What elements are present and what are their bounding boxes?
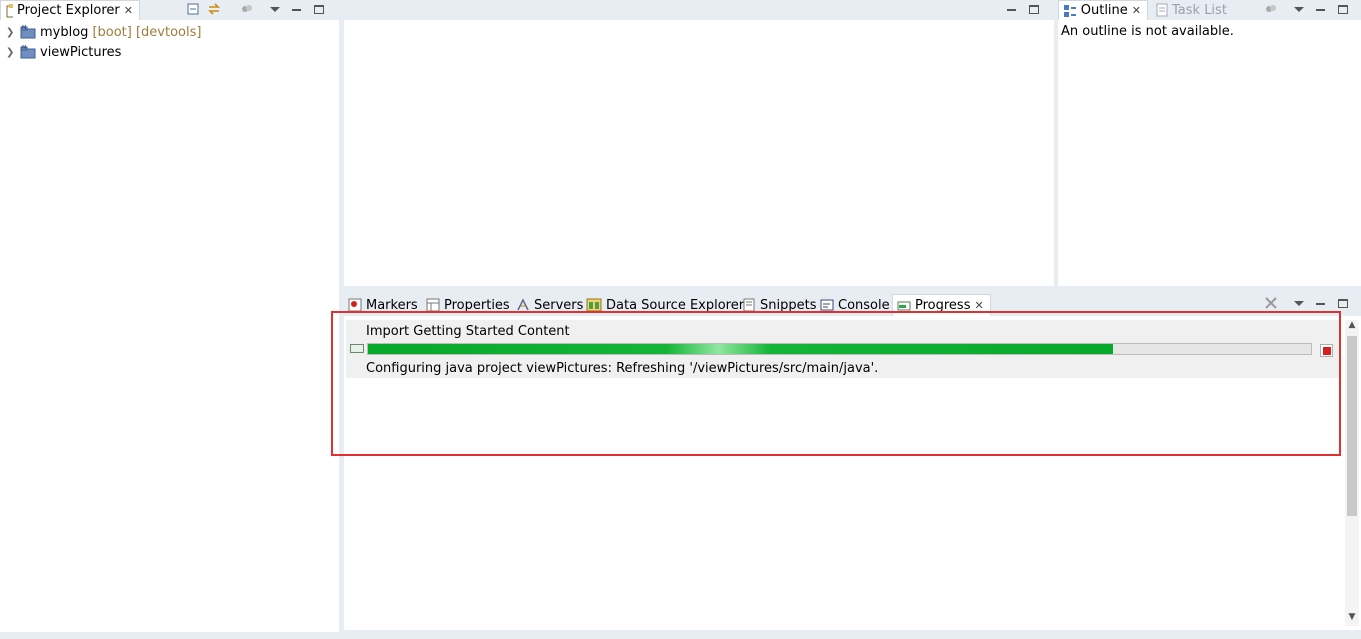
remove-all-finished-icon[interactable] [1264,296,1278,310]
tab-label: Progress [915,298,971,313]
tree-item-viewpictures[interactable]: ❯ M viewPictures [6,42,121,62]
bottom-panel: Markers Properties Servers Data Source E… [344,294,1361,630]
chevron-right-icon[interactable]: ❯ [6,27,16,38]
tab-servers[interactable]: Servers [512,294,589,316]
tab-properties[interactable]: Properties [422,294,516,316]
editor-area [344,0,1054,286]
tab-label: Snippets [760,297,817,313]
view-menu-icon[interactable] [1292,2,1306,16]
markers-icon [348,298,362,312]
bottom-panel-titlebar: Markers Properties Servers Data Source E… [344,294,1361,316]
outline-view: Outline ✕ Task List An outline is not av… [1058,0,1361,286]
job-status: Configuring java project viewPictures: R… [366,361,879,376]
close-icon[interactable]: ✕ [1132,4,1141,17]
svg-text:M: M [22,45,26,51]
project-explorer-icon [6,3,14,17]
project-name: myblog [40,24,89,40]
stop-icon [1322,346,1331,355]
tab-label: Outline [1080,3,1128,18]
data-source-icon [586,298,602,312]
collapse-all-icon[interactable] [186,2,200,16]
scroll-up-icon[interactable]: ▲ [1345,320,1359,334]
outline-icon [1064,4,1076,17]
project-explorer-view: Project Explorer ✕ ❯ M myblog [boot] [de… [0,0,339,632]
tab-label: Markers [366,297,418,313]
progress-bar-fill [368,344,1113,354]
chevron-right-icon[interactable]: ❯ [6,47,16,58]
snippets-icon [743,298,755,312]
tab-label: Properties [444,297,510,313]
minimize-icon[interactable] [1313,296,1327,310]
link-with-editor-icon[interactable] [207,2,221,16]
outline-titlebar: Outline ✕ Task List [1058,0,1361,20]
close-icon[interactable]: ✕ [124,4,133,17]
view-menu-group-icon[interactable] [240,2,254,16]
project-explorer-titlebar: Project Explorer ✕ [0,0,339,20]
java-project-icon: M [20,45,36,59]
tab-snippets[interactable]: Snippets [738,294,822,316]
minimize-icon[interactable] [289,2,303,16]
tab-label: Task List [1172,2,1227,18]
view-menu-icon[interactable] [1292,296,1306,310]
tab-label: Servers [534,297,584,313]
editor-titlebar [344,0,1054,20]
outline-message: An outline is not available. [1061,24,1234,39]
tree-item-myblog[interactable]: ❯ M myblog [boot] [devtools] [6,22,201,42]
maximize-icon[interactable] [1336,296,1350,310]
minimize-icon[interactable] [1313,2,1327,16]
console-icon [820,299,834,311]
tab-outline[interactable]: Outline ✕ [1058,0,1148,20]
tab-label: Data Source Explorer [606,297,745,313]
tab-markers[interactable]: Markers [344,294,424,316]
maximize-icon[interactable] [312,2,326,16]
view-menu-icon[interactable] [268,2,282,16]
job-title: Import Getting Started Content [366,324,570,339]
tab-data-source-explorer[interactable]: Data Source Explorer [582,294,750,316]
svg-text:M: M [22,25,26,31]
scrollbar-thumb[interactable] [1347,336,1357,516]
maximize-icon[interactable] [1027,2,1041,16]
tab-label: Console [838,297,890,313]
tab-task-list[interactable]: Task List [1152,0,1242,20]
servers-icon [517,298,529,311]
project-name: viewPictures [40,44,122,60]
task-list-icon [1156,3,1168,17]
tab-progress[interactable]: Progress ✕ [892,294,991,316]
properties-icon [426,298,440,312]
status-bar [0,632,1361,639]
vertical-scrollbar[interactable]: ▲ ▼ [1345,320,1359,626]
cancel-operation-button[interactable] [1320,344,1333,357]
view-menu-group-icon[interactable] [1264,2,1278,16]
tab-console[interactable]: Console [816,294,896,316]
progress-icon [897,301,911,310]
progress-job-item[interactable]: Import Getting Started Content Configuri… [346,320,1341,378]
tab-label: Project Explorer [17,3,120,18]
scroll-down-icon[interactable]: ▼ [1345,612,1359,626]
progress-bar [367,343,1312,355]
java-project-icon: M [20,25,36,39]
maximize-icon[interactable] [1336,2,1350,16]
tab-project-explorer[interactable]: Project Explorer ✕ [0,0,140,20]
close-icon[interactable]: ✕ [974,299,983,312]
project-decoration: [boot] [devtools] [92,24,202,40]
job-icon [350,344,364,353]
minimize-icon[interactable] [1004,2,1018,16]
